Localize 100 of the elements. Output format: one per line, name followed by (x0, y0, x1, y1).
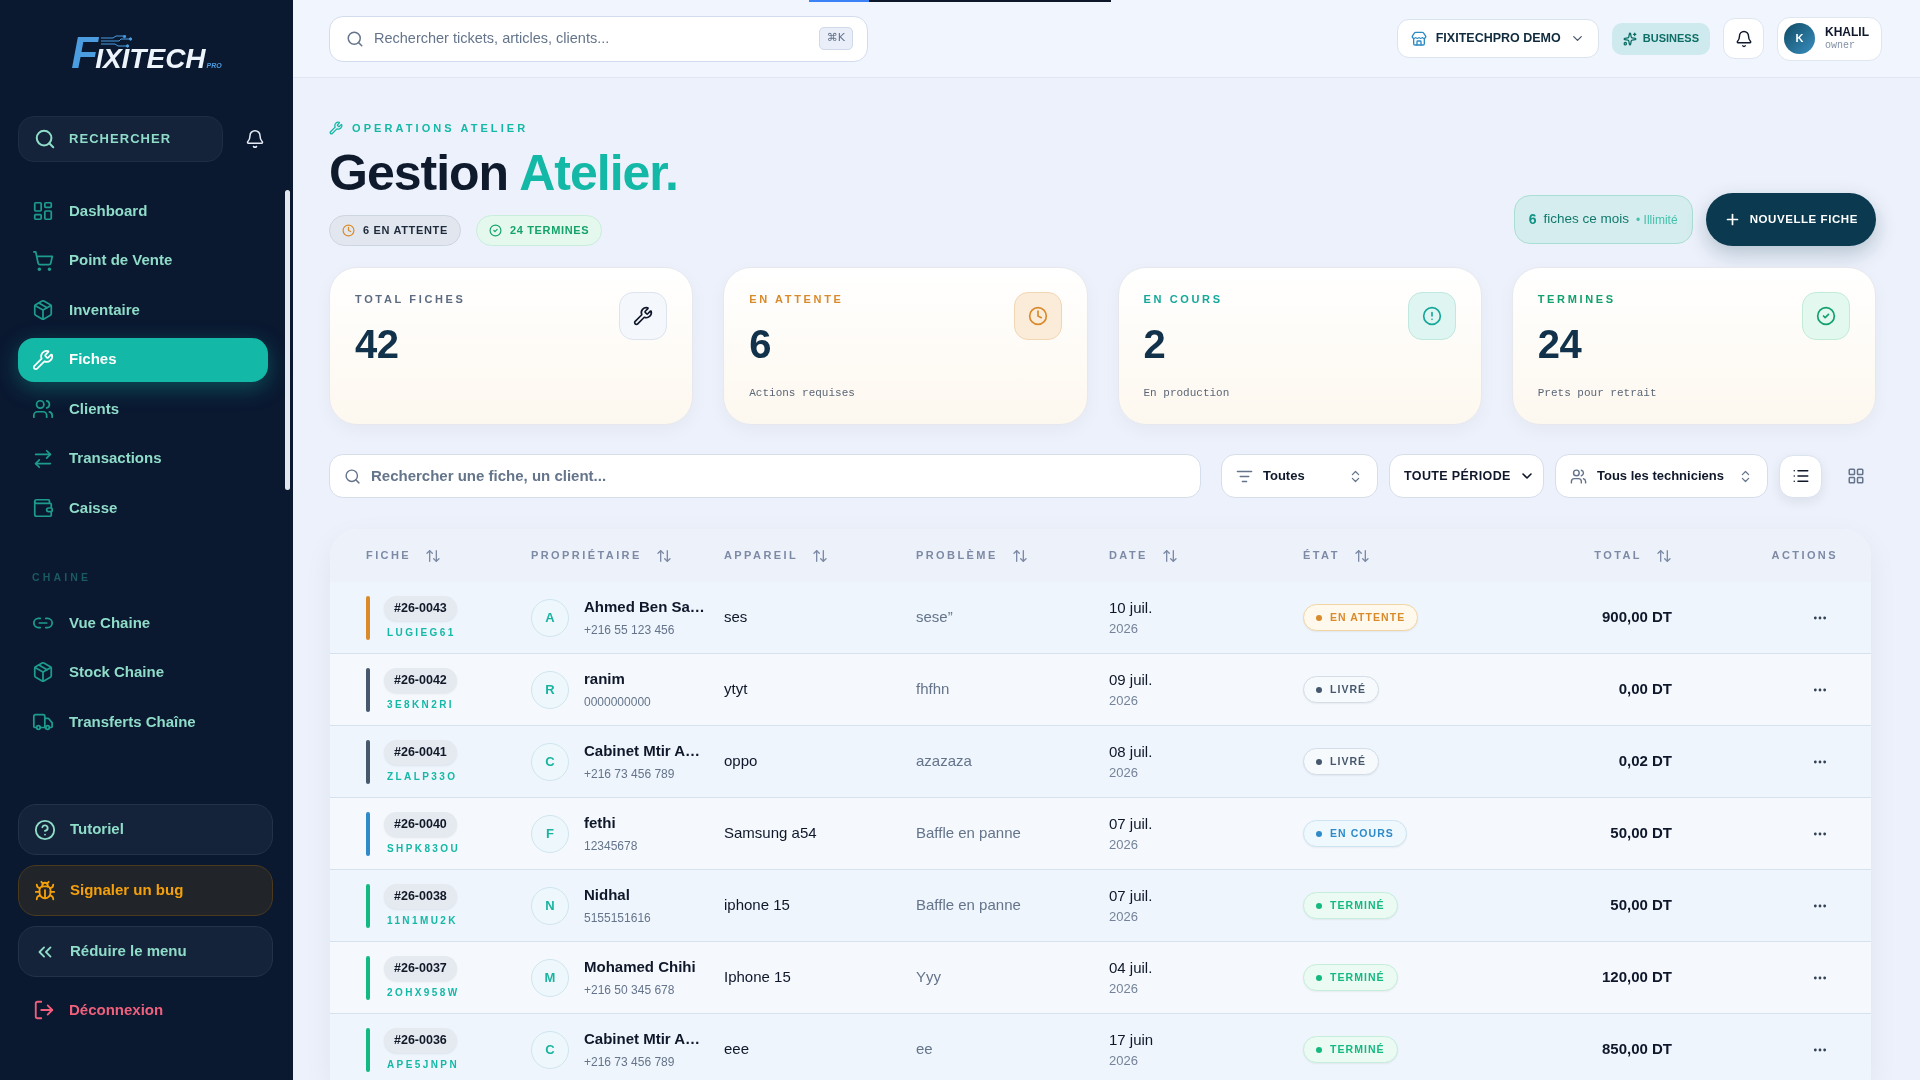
problem-text: azazaza (916, 751, 972, 772)
sidebar-item[interactable]: Transactions (18, 436, 268, 481)
device-name: iphone 15 (724, 895, 790, 916)
date-text: 07 juil. (1109, 885, 1153, 906)
chip-label: 24 TERMINES (509, 223, 590, 239)
year-text: 2026 (1109, 980, 1138, 998)
search-field[interactable]: Rechercher une fiche, un client... (371, 464, 1190, 488)
bell-icon (1734, 29, 1753, 48)
scrollbar[interactable] (285, 190, 290, 490)
search-bar[interactable]: Rechercher tickets, articles, clients... ⌘K (329, 15, 868, 62)
owner-name: Ahmed Ben Sa… (584, 597, 705, 618)
total-amount: 850,00 DT (1601, 1039, 1672, 1060)
stat-label: EN COURS (1143, 292, 1223, 306)
sort-icon (1161, 547, 1178, 564)
owner-phone: +216 73 456 789 (584, 765, 675, 783)
date-text: 10 juil. (1109, 597, 1153, 618)
ticket-code: SHPK83OU (387, 841, 461, 856)
date-text: 07 juil. (1109, 813, 1153, 834)
sort-icon (1011, 547, 1028, 564)
device-name: ytyt (724, 679, 748, 700)
period-select[interactable]: TOUTE PÉRIODE (1389, 454, 1544, 498)
ticket-number: #26-0036 (384, 1027, 457, 1053)
sort-icon (812, 547, 829, 564)
sidebar-item[interactable]: Inventaire (18, 288, 268, 332)
owner-phone: +216 50 345 678 (584, 981, 675, 999)
bell-icon[interactable] (245, 129, 265, 149)
device-name: eee (724, 1039, 750, 1060)
ticket-number: #26-0038 (384, 883, 457, 909)
list-view-button[interactable] (1779, 454, 1822, 498)
sidebar-item[interactable]: Caisse (18, 486, 268, 530)
owner-name: Cabinet Mtir A… (584, 741, 701, 762)
ticket-code: APE5JNPN (387, 1057, 459, 1072)
sidebar-item[interactable]: Stock Chaine (18, 650, 268, 695)
notifications-button[interactable] (1723, 18, 1764, 59)
technician-select[interactable]: Tous les techniciens (1555, 454, 1768, 498)
new-ticket-button[interactable]: NOUVELLE FICHE (1705, 193, 1876, 246)
stat-caption: Prets pour retrait (1537, 386, 1657, 400)
user-name: KHALIL (1825, 24, 1869, 40)
ticket-code: 2OHX958W (387, 985, 460, 1000)
stat-value: 24 (1537, 324, 1582, 364)
sidebar-button[interactable]: Tutoriel (18, 804, 273, 855)
search-icon (344, 467, 361, 485)
sidebar-item[interactable]: Dashboard (18, 189, 268, 233)
check-circle-icon (488, 224, 502, 237)
search-icon (34, 128, 56, 150)
user-menu[interactable]: K KHALIL owner (1777, 16, 1882, 61)
wrench-tile-icon (619, 292, 668, 340)
sidebar-item[interactable]: Clients (18, 387, 268, 431)
logout-icon (33, 999, 55, 1021)
status-select[interactable]: Toutes (1221, 454, 1378, 498)
sort-icon (655, 547, 672, 564)
workspace-button[interactable]: FIXITECHPRO DEMO (1396, 19, 1599, 58)
year-text: 2026 (1109, 764, 1138, 782)
search-field[interactable]: Rechercher tickets, articles, clients... (374, 27, 809, 50)
total-amount: 50,00 DT (1610, 895, 1672, 916)
stat-label: EN ATTENTE (749, 292, 844, 306)
problem-text: Yyy (916, 967, 941, 988)
owner-phone: 5155151616 (584, 909, 651, 927)
quota-count: 6 (1528, 210, 1537, 229)
total-amount: 900,00 DT (1601, 607, 1672, 628)
users-icon (32, 398, 54, 420)
sidebar-item[interactable]: Transferts Chaîne (18, 699, 268, 744)
owner-name: Nidhal (584, 885, 630, 906)
ticket-code: LUGIEG61 (387, 625, 456, 640)
sparkles-icon (1622, 31, 1637, 46)
year-text: 2026 (1109, 620, 1138, 638)
sidebar-button[interactable]: Signaler un bug (18, 865, 273, 916)
owner-name: ranim (584, 669, 625, 690)
owner-name: Mohamed Chihi (584, 957, 696, 978)
search-button[interactable]: RECHERCHER (18, 116, 223, 162)
date-text: 04 juil. (1109, 957, 1153, 978)
check-circle-tile-icon (1802, 292, 1850, 340)
wrench-icon (32, 348, 54, 371)
cart-icon (32, 249, 54, 272)
owner-name: Cabinet Mtir A… (584, 1029, 701, 1050)
owner-phone: 0000000000 (584, 693, 651, 711)
owner-phone: +216 73 456 789 (584, 1053, 675, 1071)
plan-label: BUSINESS (1642, 31, 1699, 47)
search-bar[interactable]: Rechercher une fiche, un client... (329, 454, 1201, 498)
sidebar-item[interactable]: Vue Chaine (18, 600, 268, 645)
search-icon (346, 29, 364, 48)
logout-button[interactable]: Déconnexion (18, 988, 172, 1032)
status-label: EN ATTENTE (1330, 609, 1406, 625)
year-text: 2026 (1109, 908, 1138, 926)
wrench-icon (329, 121, 343, 135)
sidebar-button[interactable]: Réduire le menu (18, 926, 273, 977)
sidebar-item[interactable]: Point de Vente (18, 238, 268, 283)
wallet-icon (32, 497, 54, 519)
page-eyebrow: OPERATIONS ATELIER (352, 121, 529, 135)
stat-label: TOTAL FICHES (355, 292, 466, 306)
status-label: TERMINÉ (1330, 1041, 1385, 1057)
status-stripe (366, 667, 370, 712)
avatar: K (1784, 23, 1815, 54)
status-stripe (366, 955, 370, 1000)
ticket-number: #26-0043 (384, 595, 457, 621)
alert-circle-tile-icon (1407, 292, 1456, 340)
date-text: 09 juil. (1109, 669, 1153, 690)
stat-value: 2 (1143, 324, 1166, 364)
device-name: Samsung a54 (724, 823, 817, 844)
total-amount: 50,00 DT (1610, 823, 1672, 844)
